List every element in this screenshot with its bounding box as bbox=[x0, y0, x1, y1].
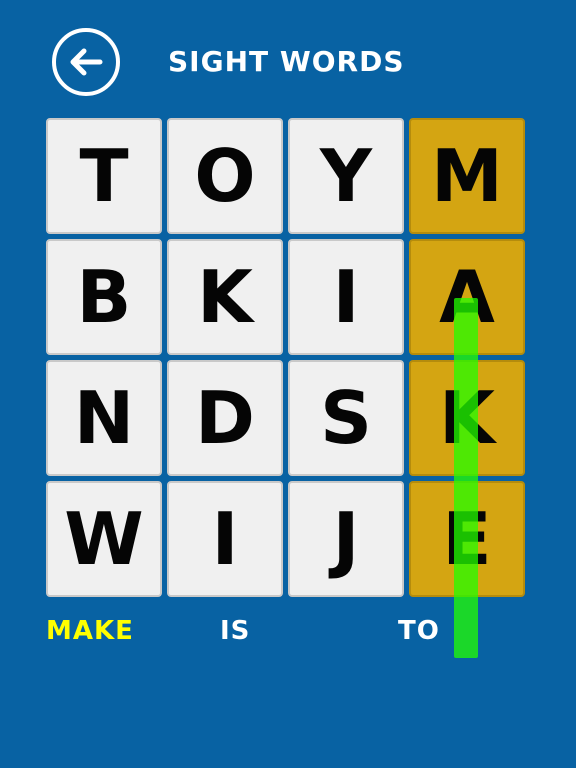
letter-tile[interactable]: N bbox=[46, 360, 162, 476]
letter-tile-found[interactable]: K bbox=[409, 360, 525, 476]
letter-tile[interactable]: B bbox=[46, 239, 162, 355]
arrow-left-icon bbox=[70, 48, 103, 76]
letter-tile[interactable]: J bbox=[288, 481, 404, 597]
letter-tile[interactable]: O bbox=[167, 118, 283, 234]
letter-tile[interactable]: D bbox=[167, 360, 283, 476]
letter-tile[interactable]: I bbox=[167, 481, 283, 597]
letter-tile[interactable]: I bbox=[288, 239, 404, 355]
letter-tile-found[interactable]: E bbox=[409, 481, 525, 597]
word-pending: TO bbox=[398, 616, 440, 646]
letter-tile-found[interactable]: A bbox=[409, 239, 525, 355]
letter-tile[interactable]: K bbox=[167, 239, 283, 355]
word-list: MAKE IS TO bbox=[0, 612, 576, 652]
word-found: MAKE bbox=[46, 616, 134, 646]
letter-tile[interactable]: Y bbox=[288, 118, 404, 234]
back-button[interactable] bbox=[52, 28, 120, 96]
letter-tile[interactable]: S bbox=[288, 360, 404, 476]
letter-tile-found[interactable]: M bbox=[409, 118, 525, 234]
letter-grid: T O Y M B K I A N D S K W I J E bbox=[46, 118, 528, 658]
letter-tile[interactable]: T bbox=[46, 118, 162, 234]
word-pending: IS bbox=[220, 616, 251, 646]
letter-tile[interactable]: W bbox=[46, 481, 162, 597]
page-title: SIGHT WORDS bbox=[168, 45, 405, 78]
